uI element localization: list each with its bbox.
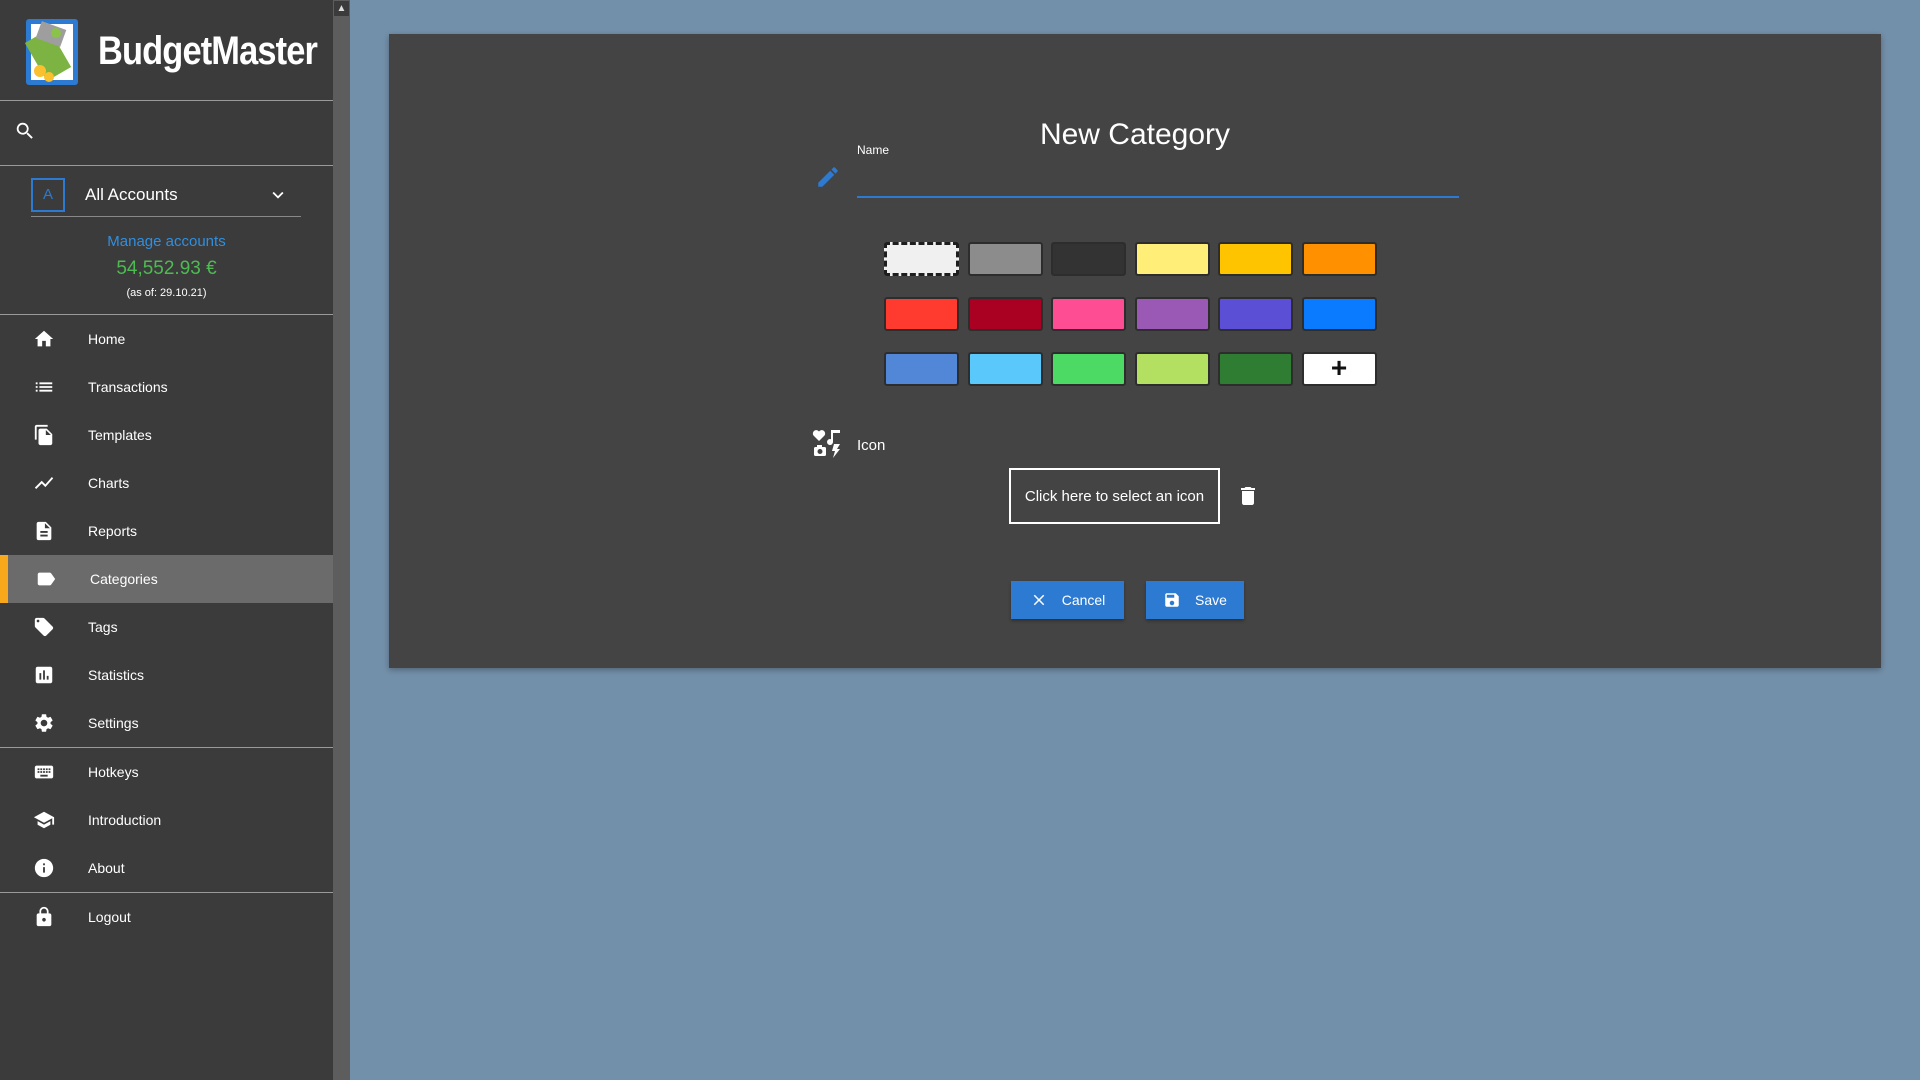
color-swatch[interactable] [1301,242,1377,276]
nav-item-introduction[interactable]: Introduction [0,796,333,844]
nav-item-hotkeys[interactable]: Hotkeys [0,748,333,796]
page-title: New Category [1039,118,1231,151]
label-icon [34,567,58,591]
color-swatch[interactable] [967,352,1043,386]
nav-item-label: Logout [88,909,131,925]
nav-item-label: Statistics [88,667,145,683]
sidebar-scrollbar[interactable]: ▲ [333,0,350,1080]
document-icon [32,519,56,543]
keyboard-icon [32,760,56,784]
color-swatch[interactable] [884,297,959,331]
nav-item-label: Categories [90,571,158,587]
color-swatch[interactable] [1051,352,1126,386]
logout-nav: Logout [0,893,333,941]
save-label: Save [1195,592,1227,608]
nav-item-label: Settings [88,715,139,731]
save-button[interactable]: Save [1146,581,1244,619]
nav-item-transactions[interactable]: Transactions [0,363,333,411]
list-icon [32,375,56,399]
color-swatch[interactable] [1051,297,1126,331]
nav-item-label: Tags [88,619,118,635]
nav-item-templates[interactable]: Templates [0,411,333,459]
color-swatch[interactable] [1134,297,1210,331]
chevron-down-icon [267,184,289,206]
nav-item-categories[interactable]: Categories [0,555,333,603]
color-swatch[interactable] [1218,242,1293,276]
info-icon [32,856,56,880]
nav-item-about[interactable]: About [0,844,333,892]
selected-account: All Accounts [85,184,178,204]
graduation-cap-icon [32,808,56,832]
icon-category-icon [811,427,843,459]
account-select[interactable]: A All Accounts [31,173,301,217]
lock-icon [32,905,56,929]
name-label: Name [857,143,890,157]
sidebar: BudgetMaster A All Accounts Manage accou… [0,0,333,1080]
nav-item-reports[interactable]: Reports [0,507,333,555]
nav-item-home[interactable]: Home [0,315,333,363]
select-icon-button[interactable]: Click here to select an icon [1009,468,1220,524]
line-chart-icon [32,471,56,495]
secondary-nav: Hotkeys Introduction About [0,748,333,892]
icon-label: Icon [857,437,886,454]
nav-item-charts[interactable]: Charts [0,459,333,507]
nav-item-statistics[interactable]: Statistics [0,651,333,699]
nav-item-label: Transactions [88,379,168,395]
nav-item-logout[interactable]: Logout [0,893,333,941]
new-category-card: New Category Name + Icon Click here to s… [389,34,1881,668]
budgetmaster-logo-icon [20,11,88,91]
divider [0,100,333,101]
search-icon[interactable] [14,120,40,146]
delete-icon[interactable] [1236,483,1260,509]
nav-item-label: Hotkeys [88,764,139,780]
copy-icon [32,423,56,447]
cancel-label: Cancel [1061,592,1106,608]
name-input[interactable] [857,162,1459,198]
bar-chart-icon [32,663,56,687]
main-nav: Home Transactions Templates Charts Repor… [0,315,333,747]
color-swatch[interactable] [967,297,1043,331]
home-icon [32,327,56,351]
nav-item-tags[interactable]: Tags [0,603,333,651]
save-icon [1165,593,1179,607]
color-swatch[interactable] [1134,242,1210,276]
app-logo[interactable]: BudgetMaster [20,10,353,92]
nav-item-label: Home [88,331,126,347]
divider [0,165,333,166]
gear-icon [32,711,56,735]
color-swatch[interactable] [884,352,959,386]
account-avatar: A [31,177,65,212]
color-swatch[interactable] [884,242,959,276]
cancel-button[interactable]: Cancel [1011,581,1124,619]
nav-item-label: About [88,860,125,876]
nav-item-label: Templates [88,427,152,443]
color-swatch[interactable] [1218,297,1293,331]
color-swatch[interactable] [1218,352,1293,386]
color-swatch[interactable] [967,242,1043,276]
color-swatch[interactable] [1301,297,1377,331]
nav-item-label: Charts [88,475,130,491]
nav-item-label: Reports [88,523,138,539]
account-balance: 54,552.93 € [116,258,217,279]
nav-item-label: Introduction [88,812,162,828]
color-swatch[interactable] [1134,352,1210,386]
balance-date: (as of: 29.10.21) [126,287,207,299]
color-swatch[interactable] [1051,242,1126,276]
tag-icon [32,615,56,639]
app-title: BudgetMaster [98,28,318,73]
close-icon [1033,594,1044,606]
add-custom-color-button[interactable]: + [1301,352,1377,386]
scroll-up-icon[interactable]: ▲ [334,1,349,16]
nav-item-settings[interactable]: Settings [0,699,333,747]
pencil-icon [815,164,841,190]
manage-accounts-link[interactable]: Manage accounts [0,233,333,250]
